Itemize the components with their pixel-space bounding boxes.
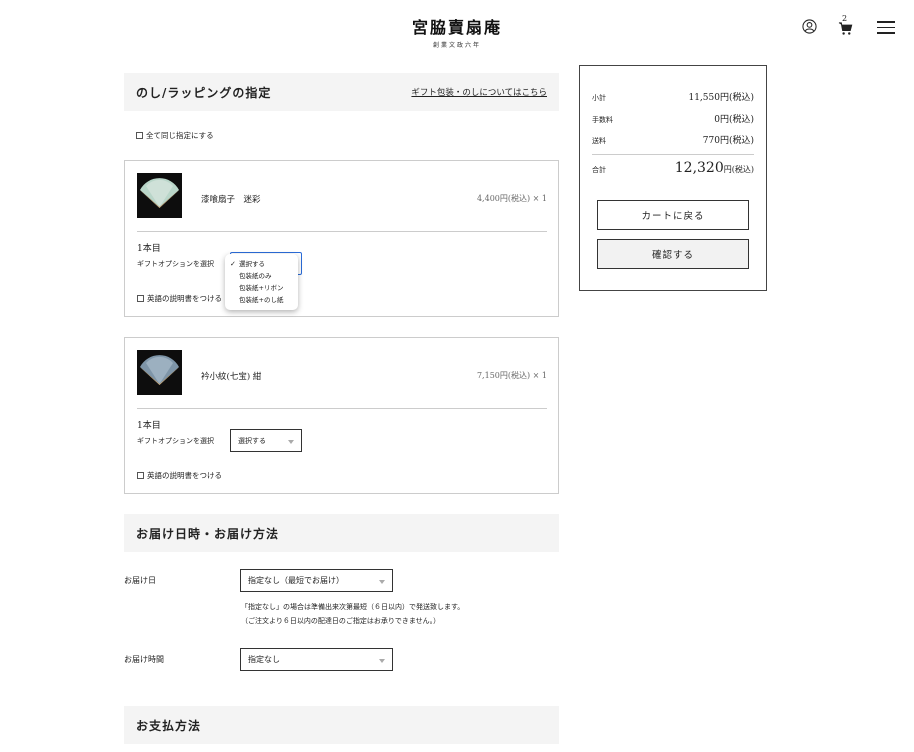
- gift-option-label-2: ギフトオプションを選択: [137, 437, 214, 445]
- delivery-date-value: 指定なし（最短でお届け）: [248, 576, 344, 585]
- dropdown-option-wrap-noshi[interactable]: 包装紙+のし紙: [225, 294, 298, 306]
- delivery-note: 「指定なし」の場合は準備出来次第最短（６日以内）で発送致します。 （ご注文より６…: [241, 600, 464, 628]
- gift-option-dropdown-menu: ✓ 選択する 包装紙のみ 包装紙+リボン 包装紙+のし紙: [225, 254, 298, 310]
- product-name-1: 漆喰扇子 迷彩: [201, 195, 261, 205]
- logo-sub-text: 創業文政六年: [432, 42, 481, 49]
- subtotal-row: 小計 11,550円(税込): [592, 90, 754, 103]
- product-thumbnail-2: [137, 350, 182, 395]
- english-manual-label-2: 英語の説明書をつける: [147, 471, 222, 480]
- order-summary-panel: 小計 11,550円(税込) 手数料 0円(税込) 送料 770円(税込) 合計…: [579, 65, 767, 291]
- delivery-note-line-2: （ご注文より６日以内の配達日のご指定はお承りできません。）: [241, 617, 441, 625]
- dropdown-option-wrap-ribbon[interactable]: 包装紙+リボン: [225, 282, 298, 294]
- dropdown-option-wrap-only[interactable]: 包装紙のみ: [225, 270, 298, 282]
- subtotal-value: 11,550円(税込): [688, 93, 754, 103]
- english-manual-label-1: 英語の説明書をつける: [147, 294, 222, 303]
- delivery-time-select[interactable]: 指定なし: [240, 648, 393, 671]
- delivery-section-header: お届け日時・お届け方法: [124, 514, 559, 552]
- wrapping-section-title: のし/ラッピングの指定: [136, 85, 272, 100]
- delivery-note-line-1: 「指定なし」の場合は準備出来次第最短（６日以内）で発送致します。: [241, 603, 465, 611]
- shipping-label: 送料: [592, 137, 606, 145]
- delivery-time-label: お届け時間: [124, 655, 164, 664]
- total-value-group: 12,320円(税込): [675, 160, 754, 176]
- gift-option-select-value-2: 選択する: [238, 436, 266, 445]
- logo-main-text: 宮脇賣扇庵: [411, 18, 502, 37]
- english-manual-checkbox-1[interactable]: [137, 295, 144, 302]
- fee-row: 手数料 0円(税込): [592, 112, 754, 125]
- product-thumbnail-1: [137, 173, 182, 218]
- delivery-date-label: お届け日: [124, 576, 156, 585]
- shipping-value: 770円(税込): [702, 136, 754, 146]
- gift-option-label-1: ギフトオプションを選択: [137, 260, 214, 268]
- dropdown-option-select[interactable]: ✓ 選択する: [225, 258, 298, 270]
- cart-icon[interactable]: [838, 21, 853, 36]
- same-all-checkbox-row[interactable]: 全て同じ指定にする: [136, 130, 214, 141]
- english-manual-checkbox-2[interactable]: [137, 472, 144, 479]
- product-price-1: 4,400円(税込) × 1: [476, 194, 547, 203]
- total-suffix: 円(税込): [723, 165, 754, 174]
- english-manual-checkbox-row-2[interactable]: 英語の説明書をつける: [137, 470, 222, 481]
- same-all-checkbox[interactable]: [136, 132, 143, 139]
- checkmark-icon: ✓: [230, 260, 236, 268]
- hamburger-menu-icon[interactable]: [877, 21, 895, 35]
- fee-value: 0円(税込): [714, 115, 754, 125]
- item-index-1: 1本目: [137, 244, 161, 254]
- product-card-2: 衿小紋(七宝) 紺 7,150円(税込) × 1 1本目 ギフトオプションを選択…: [124, 337, 559, 494]
- product-card-1: 漆喰扇子 迷彩 4,400円(税込) × 1 1本目 ギフトオプションを選択 英…: [124, 160, 559, 317]
- delivery-time-value: 指定なし: [248, 655, 280, 664]
- subtotal-label: 小計: [592, 94, 606, 102]
- payment-section-header: お支払方法: [124, 706, 559, 744]
- delivery-section-title: お届け日時・お届け方法: [136, 526, 280, 541]
- wrapping-section-header: のし/ラッピングの指定 ギフト包装・のしについてはこちら: [124, 73, 559, 111]
- user-icon[interactable]: [802, 19, 817, 34]
- product-price-2: 7,150円(税込) × 1: [476, 371, 547, 380]
- total-row: 合計 12,320円(税込): [592, 160, 754, 176]
- same-all-label: 全て同じ指定にする: [146, 131, 214, 140]
- product-name-2: 衿小紋(七宝) 紺: [201, 372, 262, 382]
- item-index-2: 1本目: [137, 421, 161, 431]
- total-label: 合計: [592, 166, 606, 174]
- gift-option-select-2[interactable]: 選択する: [230, 429, 302, 452]
- english-manual-checkbox-row-1[interactable]: 英語の説明書をつける: [137, 293, 222, 304]
- gift-wrapping-info-link[interactable]: ギフト包装・のしについてはこちら: [411, 86, 547, 98]
- back-to-cart-button[interactable]: カートに戻る: [597, 200, 749, 230]
- payment-section-title: お支払方法: [136, 718, 202, 733]
- site-logo[interactable]: 宮脇賣扇庵 創業文政六年: [0, 14, 914, 49]
- shipping-row: 送料 770円(税込): [592, 133, 754, 146]
- total-value: 12,320: [674, 160, 724, 176]
- fee-label: 手数料: [592, 116, 613, 124]
- delivery-date-select[interactable]: 指定なし（最短でお届け）: [240, 569, 393, 592]
- confirm-button[interactable]: 確認する: [597, 239, 749, 269]
